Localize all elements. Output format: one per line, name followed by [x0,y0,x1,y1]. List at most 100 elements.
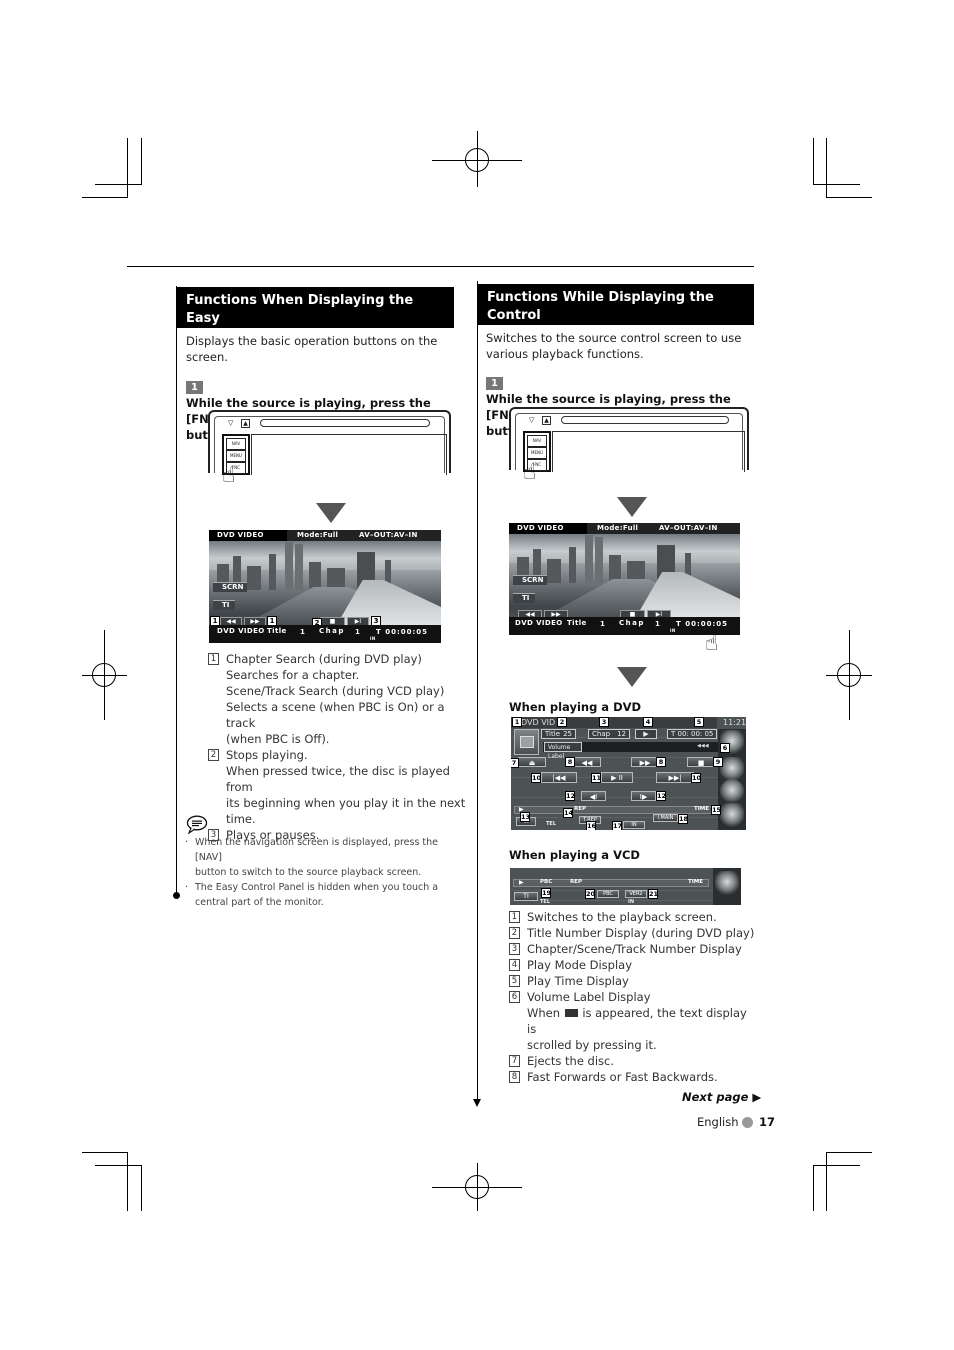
item-line: Searches for a chapter. [226,668,360,682]
tel-indicator: TEL [546,821,557,827]
callout-21: 21 [648,889,659,899]
fast-backward-button[interactable]: ◀◀ [573,757,601,767]
item-number-box: 1 [509,911,520,923]
item-number-box: 4 [509,959,520,971]
monitor-screen [251,434,447,475]
stop-button[interactable]: ■ [687,757,715,767]
chap-label: Chap [619,619,645,627]
disc-slot [260,419,430,427]
previous-chapter-button[interactable]: |◀◀ [541,772,577,783]
ti-button[interactable]: TI [213,600,235,610]
disc-slot [561,416,729,424]
speaker-audio-icon[interactable] [720,779,744,803]
item-line: Fast Forwards or Fast Backwards. [527,1070,718,1084]
volume-label-display: Volume Label [544,742,582,760]
rep-indicator: REP [574,806,587,812]
next-page-link[interactable]: Next page ▶ [682,1090,761,1104]
next-chapter-button[interactable]: ▶▶| [656,772,694,783]
mode-label: Mode:Full [297,531,339,539]
callout-10: 10 [531,773,542,783]
item-number-box: 2 [208,749,219,761]
chap-field-label: Chap [592,730,611,738]
item-line: Play Time Display [527,974,629,988]
av-label: AV–OUT:AV–IN [659,524,718,532]
in-button[interactable]: IN [623,821,645,829]
item-line: Chapter Search (during DVD play) [226,652,422,666]
item-line: Title Number Display (during DVD play) [527,926,755,940]
tools-setup-icon[interactable] [715,871,739,895]
menu-button[interactable]: MENU [527,447,547,459]
callout-8: 8 [565,757,575,767]
title-number-display: Title 25 [541,729,576,739]
callout-10: 10 [691,773,702,783]
version-button[interactable]: VER2 [625,890,647,898]
switch-to-playback-button[interactable] [514,729,539,755]
dvd-music-icon[interactable] [720,757,744,781]
eject-button[interactable]: ⏏ [518,757,546,767]
item-number-box: 2 [509,927,520,939]
slow-backward-button[interactable]: ◀I [581,791,606,801]
note-item: When the navigation screen is displayed,… [183,835,463,880]
bottom-source: DVD VIDEO [515,619,563,627]
note-speech-icon [186,815,208,835]
av-label: AV–OUT:AV–IN [359,531,418,539]
dvd-subheading: When playing a DVD [509,700,642,714]
callout-8: 8 [656,757,666,767]
scrn-button[interactable]: SCRN [213,582,247,592]
chap-number: 1 [355,628,361,636]
callout-19: 19 [541,888,552,898]
list-item: 3 Chapter/Scene/Track Number Display [509,941,759,957]
play-pause-button[interactable]: ▶ II [601,772,633,783]
title-number: 1 [600,620,606,628]
item-line: Chapter/Scene/Track Number Display [527,942,742,956]
mode-label: Mode:Full [597,524,639,532]
scroll-button-icon [564,1009,578,1017]
callout-3: 3 [599,717,609,727]
item-line: When is appeared, the text display is [527,1005,759,1037]
top-rule [127,266,754,267]
ti-button[interactable]: TI [514,892,538,901]
note-item: The Easy Control Panel is hidden when yo… [183,880,463,910]
note-line: button to switch to the source playback … [195,867,422,878]
i-main-button[interactable]: I.MAIN [653,814,678,822]
footer-dot-icon [742,1117,753,1128]
list-item: 5 Play Time Display [509,973,759,989]
play-mode-display: ▶ [635,729,657,739]
bottom-source: DVD VIDEO [217,627,265,635]
heading-line: Functions While Displaying the Control [487,290,714,323]
title-number: 1 [300,628,306,636]
tools-setup-icon[interactable] [720,803,744,827]
item-line: Selects a scene (when PBC is On) or a tr… [226,700,445,730]
play-time-display: T 00: 00: 05 [667,729,717,739]
slow-forward-button[interactable]: I▶ [631,791,656,801]
item-line: Switches to the playback screen. [527,910,717,924]
pbc-button[interactable]: PBC [597,890,619,898]
dvd-source-label: DVD VID [521,718,556,727]
scrn-button[interactable]: SCRN [513,575,547,585]
right-intro: Switches to the source control screen to… [486,330,756,362]
scroll-text-button[interactable]: ◀◀◀ [697,743,709,749]
item-number-box: 5 [509,975,520,987]
fast-forward-button[interactable]: ▶▶ [631,757,659,767]
ti-button[interactable]: TI [513,593,535,603]
title-value: 25 [563,730,572,738]
in-indicator: IN [670,628,676,633]
callout-6: 6 [720,743,730,753]
nav-button[interactable]: NAV [527,435,547,447]
source-label: DVD VIDEO [209,530,287,541]
item-number-box: 1 [208,653,219,665]
callout-16: 16 [586,821,597,830]
nav-button[interactable]: NAV [226,438,246,450]
callout-9: 9 [713,757,723,767]
heading-line: Functions When Displaying the Easy [186,293,414,326]
down-arrow-icon [617,497,647,517]
menu-button[interactable]: MENU [226,450,246,462]
callout-14: 14 [563,808,574,818]
info-bar: DVD VIDEO Title 1 Chap 1 T 00:00:05 IN [209,625,441,643]
item-number-box: 7 [509,1055,520,1067]
item-number-box: 8 [509,1071,520,1083]
in-indicator: IN [628,899,635,905]
play-time: T 00:00:05 [376,628,429,636]
note-line: central part of the monitor. [195,897,324,908]
head-unit-illustration: ▽ ▲ NAV MENU FNC [509,407,749,472]
